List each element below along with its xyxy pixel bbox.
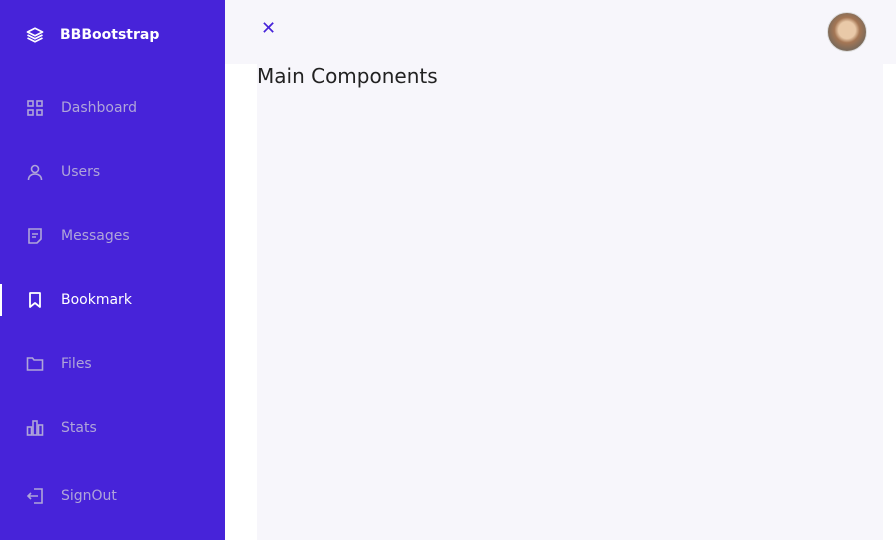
grid-icon <box>27 100 43 116</box>
page-title: Main Components <box>257 64 438 88</box>
message-icon <box>28 228 42 244</box>
header: ✕ <box>225 0 896 64</box>
main-content: Main Components <box>257 64 883 540</box>
nav-item-bookmark[interactable]: Bookmark <box>0 284 225 316</box>
avatar[interactable] <box>827 12 867 52</box>
bookmark-icon <box>29 292 41 308</box>
nav-item-dashboard[interactable]: Dashboard <box>0 92 225 124</box>
nav-item-stats[interactable]: Stats <box>0 412 225 444</box>
nav-label: Users <box>61 164 101 180</box>
brand-name: BBBootstrap <box>60 27 160 43</box>
close-icon[interactable]: ✕ <box>261 18 276 39</box>
bar-chart-icon <box>26 420 44 436</box>
nav-label: Messages <box>61 228 130 244</box>
signout-link[interactable]: SignOut <box>0 480 225 512</box>
brand-link[interactable]: BBBootstrap <box>26 26 159 44</box>
nav-label: Files <box>61 356 92 372</box>
layers-icon <box>26 27 44 43</box>
nav-item-messages[interactable]: Messages <box>0 220 225 252</box>
nav-item-files[interactable]: Files <box>0 348 225 380</box>
user-icon <box>27 164 43 181</box>
nav-label: Dashboard <box>61 100 137 116</box>
sidebar: BBBootstrap Dashboard Users Messages Boo… <box>0 0 225 540</box>
nav-label: SignOut <box>61 488 117 504</box>
signout-icon <box>26 488 43 504</box>
nav-label: Stats <box>61 420 97 436</box>
nav-item-users[interactable]: Users <box>0 156 225 188</box>
nav-label: Bookmark <box>61 292 132 308</box>
folder-icon <box>26 357 44 371</box>
